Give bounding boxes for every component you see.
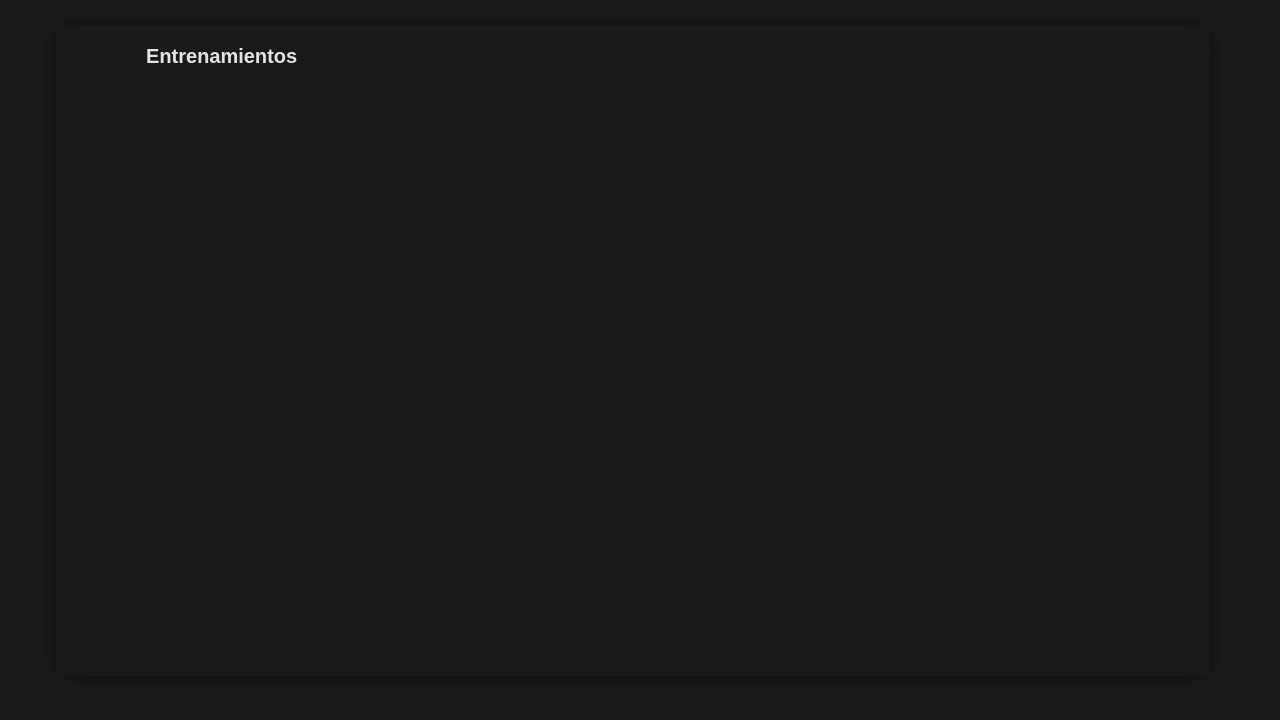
page-title: Entrenamientos — [146, 46, 298, 68]
board-view: Entrenamientos Abdominales4Plancha12387 … — [56, 26, 1210, 676]
